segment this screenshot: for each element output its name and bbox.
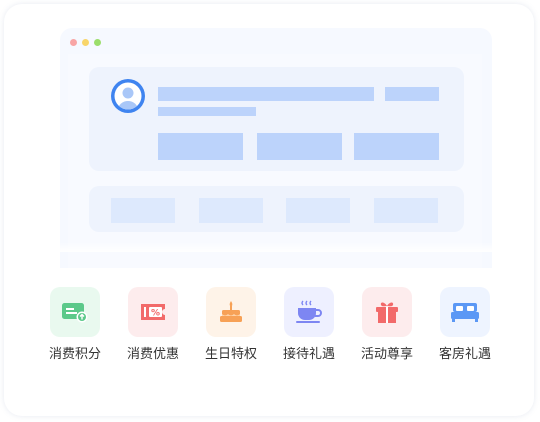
benefit-points[interactable]: 消费积分 [40, 287, 110, 362]
svg-text:%: % [151, 309, 160, 319]
birthday-cake-icon [220, 301, 242, 322]
benefit-events[interactable]: 活动尊享 [352, 287, 422, 362]
benefit-icon-box [50, 287, 100, 337]
menu-placeholder-3 [286, 198, 350, 223]
benefit-birthday[interactable]: 生日特权 [196, 287, 266, 362]
profile-panel-placeholder [89, 67, 464, 171]
user-avatar-icon [111, 79, 145, 113]
coffee-cup-icon [296, 300, 322, 323]
benefit-label: 消费优惠 [126, 347, 179, 362]
menu-placeholder-1 [111, 198, 175, 223]
name-placeholder-bar [158, 87, 374, 101]
benefit-label: 接待礼遇 [282, 347, 335, 362]
menu-placeholder-2 [199, 198, 263, 223]
benefit-icon-box [362, 287, 412, 337]
benefit-icon-box [206, 287, 256, 337]
member-benefits-card: 消费积分 % 消费优惠 生日特权 接待礼遇 活动尊享 客房礼遇 [4, 4, 534, 416]
benefit-icon-box [284, 287, 334, 337]
subtitle-placeholder-bar [158, 107, 256, 116]
stat-placeholder-2 [257, 133, 342, 160]
tag-placeholder-bar [385, 87, 439, 101]
benefit-icon-box [440, 287, 490, 337]
bed-icon [451, 303, 479, 322]
stat-placeholder-1 [158, 133, 243, 160]
window-maximize-dot-icon [94, 39, 101, 46]
benefit-label: 活动尊享 [360, 347, 413, 362]
window-minimize-dot-icon [82, 39, 89, 46]
benefit-icon-box: % [128, 287, 178, 337]
window-close-dot-icon [70, 39, 77, 46]
benefit-label: 消费积分 [48, 347, 101, 362]
benefit-reception[interactable]: 接待礼遇 [274, 287, 344, 362]
benefit-label: 客房礼遇 [438, 347, 491, 362]
benefit-discount[interactable]: % 消费优惠 [118, 287, 188, 362]
gift-icon [376, 302, 398, 323]
benefits-list: 消费积分 % 消费优惠 生日特权 接待礼遇 活动尊享 客房礼遇 [4, 287, 534, 367]
menu-panel-placeholder [89, 186, 464, 232]
benefit-label: 生日特权 [204, 347, 257, 362]
stat-placeholder-3 [354, 133, 439, 160]
discount-coupon-icon: % [141, 304, 165, 320]
benefit-room[interactable]: 客房礼遇 [430, 287, 500, 362]
points-card-icon [62, 303, 88, 323]
menu-placeholder-4 [374, 198, 438, 223]
mockup-fade [4, 242, 534, 252]
browser-mockup [60, 28, 492, 268]
